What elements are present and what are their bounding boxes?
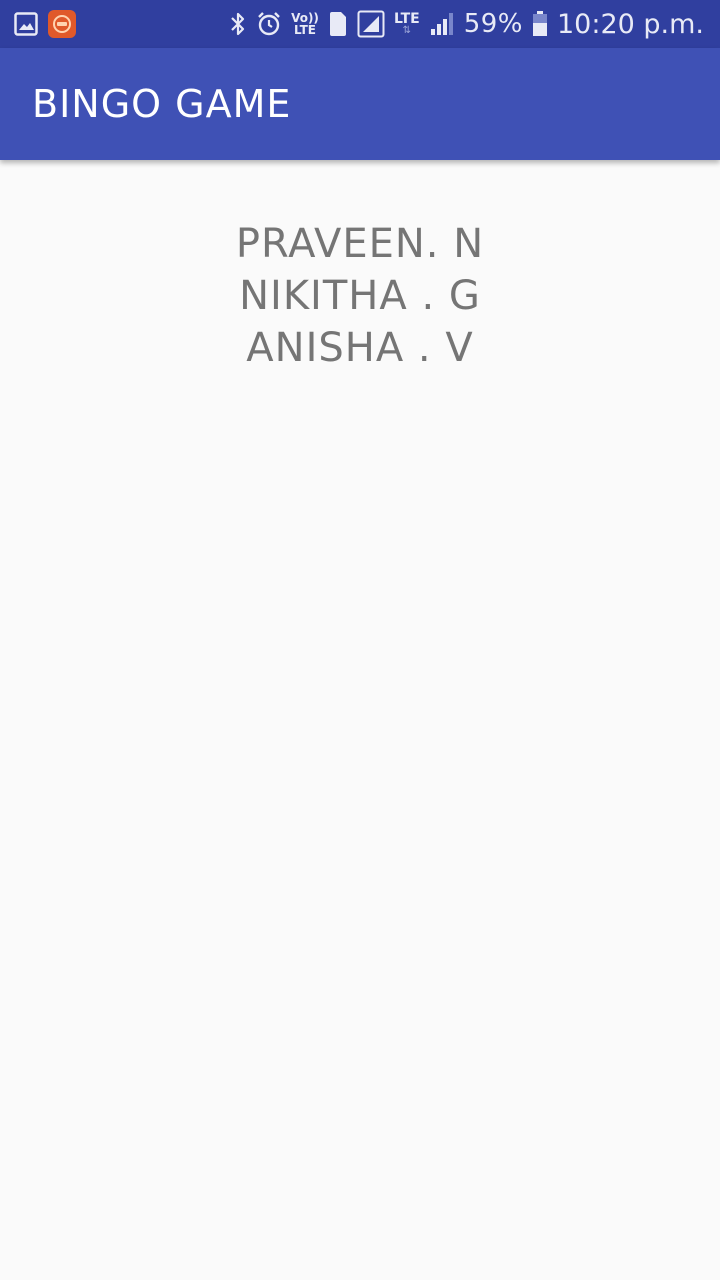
name-praveen: PRAVEEN. N xyxy=(235,221,485,267)
names-list: PRAVEEN. N NIKITHA . G ANISHA . V xyxy=(0,160,720,374)
bluetooth-icon xyxy=(229,11,247,37)
battery-icon xyxy=(532,11,548,37)
lte-icon: LTE ⇅ xyxy=(394,12,420,36)
battery-percent: 59% xyxy=(463,9,523,39)
status-bar-right: Vo)) LTE 1 LTE ⇅ 59% xyxy=(229,9,720,40)
app-bar: BINGO GAME xyxy=(0,48,720,160)
lte-label: LTE xyxy=(393,11,420,27)
signal-sim2-icon xyxy=(429,11,455,37)
alarm-icon xyxy=(256,11,282,37)
clock: 10:20 p.m. xyxy=(557,8,704,40)
data-arrows-icon: ⇅ xyxy=(402,25,412,36)
status-bar: Vo)) LTE 1 LTE ⇅ 59% xyxy=(0,0,720,48)
sim-icon xyxy=(328,11,348,37)
gallery-icon xyxy=(14,12,38,36)
app-notification-icon xyxy=(48,10,76,38)
name-nikitha: NIKITHA . G xyxy=(239,273,481,319)
volte-label: Vo)) LTE xyxy=(291,11,319,37)
volte-icon: Vo)) LTE xyxy=(291,12,319,36)
status-bar-left xyxy=(0,10,76,38)
name-anisha: ANISHA . V xyxy=(246,325,474,371)
app-title: BINGO GAME xyxy=(32,82,292,126)
signal-sim1-icon xyxy=(357,10,385,38)
